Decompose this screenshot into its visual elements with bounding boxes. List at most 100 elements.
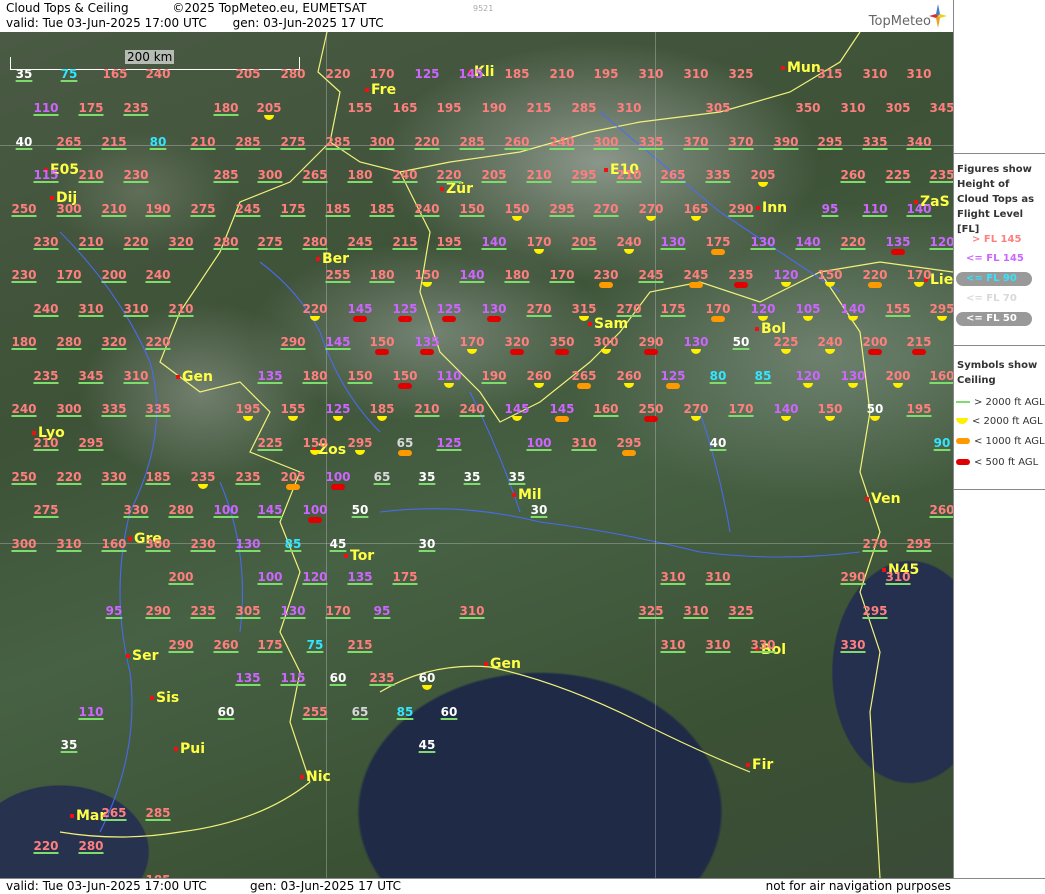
footer-generated: gen: 03-Jun-2025 17 UTC	[250, 879, 402, 893]
ceiling-lt1000-symbol	[868, 282, 882, 288]
cloud-top-value: 190	[481, 101, 507, 115]
cloud-top-value: 210	[78, 168, 104, 182]
cloud-top-value: 180	[302, 369, 328, 383]
cloud-top-value: 325	[638, 604, 664, 618]
ceiling-lt1000-symbol	[622, 450, 636, 456]
ceiling-lt500-symbol	[420, 349, 434, 355]
city-label: Fir	[752, 757, 774, 773]
city-dot	[512, 493, 516, 497]
cloud-top-value: 300	[145, 537, 171, 551]
ceiling-lt500-symbol	[331, 484, 345, 490]
cloud-top-value: 210	[101, 202, 127, 216]
cloud-top-value: 305	[885, 101, 911, 115]
cloud-top-value: 260	[929, 503, 953, 517]
cloud-top-value: 115	[280, 671, 306, 685]
city-label: Fre	[371, 82, 397, 98]
cloud-top-value: 235	[33, 369, 59, 383]
cloud-top-value: 210	[616, 168, 642, 182]
cloud-top-value: 265	[56, 135, 82, 149]
cloud-top-value: 235	[190, 470, 216, 484]
cloud-top-value: 210	[33, 436, 59, 450]
cloud-top-value: 290	[280, 335, 306, 349]
cloud-top-value: 250	[638, 402, 664, 416]
valid-time: valid: Tue 03-Jun-2025 17:00 UTC	[6, 16, 207, 30]
cloud-top-value: 310	[885, 570, 911, 584]
cloud-top-value: 310	[78, 302, 104, 316]
cloud-top-value: 150	[392, 369, 418, 383]
ceiling-lt500-symbol	[891, 249, 905, 255]
ceiling-lt500-symbol	[644, 349, 658, 355]
cloud-top-value: 170	[526, 235, 552, 249]
cloud-top-value: 275	[190, 202, 216, 216]
cloud-top-value: 95	[373, 604, 391, 618]
ceiling-lt500-symbol	[868, 349, 882, 355]
cloud-top-value: 240	[392, 168, 418, 182]
cloud-top-value: 60	[217, 705, 235, 719]
cloud-top-value: 230	[123, 168, 149, 182]
cloud-top-value: 155	[347, 101, 373, 115]
ceiling-lt500-symbol	[353, 316, 367, 322]
cloud-top-value: 95	[821, 202, 839, 216]
cloud-top-value: 60	[418, 671, 436, 685]
cloud-top-value: 275	[257, 235, 283, 249]
cloud-top-value: 110	[33, 101, 59, 115]
cloud-top-value: 40	[709, 436, 727, 450]
cloud-top-value: 290	[638, 335, 664, 349]
cloud-top-value: 175	[705, 235, 731, 249]
cloud-top-value: 185	[369, 402, 395, 416]
satellite-map[interactable]: 200 km Fre Kli Mun E05 E10 Dij Zür Inn ZaS Ber Lie…	[0, 32, 953, 878]
legend-item-le90: <= FL 90	[966, 273, 1017, 284]
cloud-top-value: 100	[257, 570, 283, 584]
cloud-top-value: 100	[526, 436, 552, 450]
city-dot	[756, 206, 760, 210]
cloud-top-value: 285	[571, 101, 597, 115]
ceiling-lt1000-symbol	[398, 450, 412, 456]
city-label: Mil	[518, 487, 542, 503]
legend-symbol-lt1000: < 1000 ft AGL	[956, 436, 1045, 447]
cloud-top-value: 220	[325, 67, 351, 81]
legend-symbols-title: Symbols show Ceiling	[957, 360, 1038, 386]
cloud-top-value: 210	[78, 235, 104, 249]
city-dot	[344, 554, 348, 558]
cloud-top-value: 320	[101, 335, 127, 349]
cloud-top-value: 325	[728, 604, 754, 618]
cloud-top-value: 300	[56, 202, 82, 216]
cloud-top-value: 220	[840, 235, 866, 249]
cloud-top-value: 140	[481, 235, 507, 249]
cloud-top-value: 185	[325, 202, 351, 216]
cloud-top-value: 210	[190, 135, 216, 149]
cloud-top-value: 215	[347, 638, 373, 652]
ceiling-lt1000-symbol	[711, 249, 725, 255]
cloud-top-value: 240	[817, 335, 843, 349]
ceiling-lt1000-symbol	[599, 282, 613, 288]
cloud-top-value: 310	[705, 570, 731, 584]
cloud-top-value: 150	[459, 202, 485, 216]
cloud-top-value: 235	[123, 101, 149, 115]
cloud-top-value: 335	[862, 135, 888, 149]
cloud-top-value: 305	[235, 604, 261, 618]
cloud-top-value: 240	[549, 135, 575, 149]
cloud-top-value: 220	[145, 335, 171, 349]
city-label: Nic	[306, 769, 331, 785]
cloud-top-value: 135	[235, 671, 261, 685]
legend-item-gt145: > FL 145	[972, 234, 1022, 245]
cloud-top-value: 250	[11, 202, 37, 216]
ceiling-lt500-symbol	[555, 349, 569, 355]
cloud-top-value: 295	[571, 168, 597, 182]
cloud-top-value: 295	[929, 302, 953, 316]
cloud-top-value: 300	[593, 135, 619, 149]
cloud-top-value: 175	[660, 302, 686, 316]
cloud-top-value: 170	[549, 268, 575, 282]
cloud-top-value: 105	[795, 302, 821, 316]
cloud-top-value: 180	[11, 335, 37, 349]
cloud-top-value: 295	[616, 436, 642, 450]
cloud-top-value: 170	[459, 335, 485, 349]
cloud-top-value: 345	[929, 101, 953, 115]
cloud-top-value: 160	[929, 369, 953, 383]
city-dot	[126, 654, 130, 658]
cloud-top-value: 220	[414, 135, 440, 149]
ceiling-lt500-symbol	[644, 416, 658, 422]
cloud-top-value: 140	[795, 235, 821, 249]
footer-note: not for air navigation purposes	[765, 879, 951, 893]
cloud-top-value: 310	[616, 101, 642, 115]
